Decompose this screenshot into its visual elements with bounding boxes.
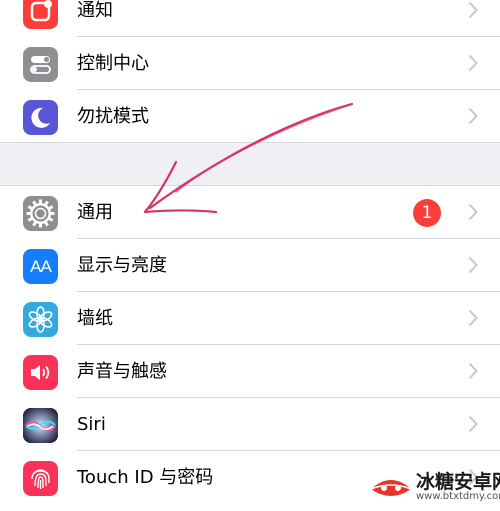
chevron-right-icon bbox=[468, 1, 478, 19]
chevron-right-icon bbox=[468, 256, 478, 274]
settings-row-do-not-disturb[interactable]: 勿扰模式 bbox=[0, 90, 500, 143]
watermark-logo-icon bbox=[370, 480, 412, 496]
settings-row-label: 通知 bbox=[77, 0, 113, 21]
chevron-right-icon bbox=[468, 309, 478, 327]
fingerprint-icon bbox=[23, 461, 58, 496]
sound-icon bbox=[23, 355, 58, 390]
settings-group-2: 通用 1 AA 显示与亮度 墙纸 声音与触感 Siri Touch ID 与密码 bbox=[0, 186, 500, 504]
wallpaper-icon bbox=[23, 302, 58, 337]
display-icon: AA bbox=[23, 249, 58, 284]
gear-icon bbox=[23, 196, 58, 231]
settings-row-control-center[interactable]: 控制中心 bbox=[0, 37, 500, 90]
notification-badge: 1 bbox=[413, 199, 441, 227]
settings-row-label: Touch ID 与密码 bbox=[77, 467, 214, 488]
chevron-right-icon bbox=[468, 362, 478, 380]
settings-row-label: 勿扰模式 bbox=[77, 106, 149, 127]
section-border-top bbox=[0, 142, 500, 143]
watermark: 冰糖安卓网 www.btxtdmy.com bbox=[368, 466, 500, 508]
chevron-right-icon bbox=[468, 203, 478, 221]
settings-row-sounds-haptics[interactable]: 声音与触感 bbox=[0, 345, 500, 398]
settings-group-1: 通知 控制中心 勿扰模式 bbox=[0, 0, 500, 143]
settings-row-label: Siri bbox=[77, 414, 106, 435]
settings-row-label: 声音与触感 bbox=[77, 361, 167, 382]
moon-icon bbox=[23, 100, 58, 135]
settings-row-label: 显示与亮度 bbox=[77, 255, 167, 276]
section-spacer bbox=[0, 143, 500, 185]
siri-icon bbox=[23, 408, 58, 443]
watermark-url: www.btxtdmy.com bbox=[416, 491, 500, 502]
settings-row-general[interactable]: 通用 1 bbox=[0, 186, 500, 239]
display-icon-text: AA bbox=[30, 257, 52, 276]
control-center-icon bbox=[23, 47, 58, 82]
settings-row-wallpaper[interactable]: 墙纸 bbox=[0, 292, 500, 345]
settings-row-display-brightness[interactable]: AA 显示与亮度 bbox=[0, 239, 500, 292]
chevron-right-icon bbox=[468, 107, 478, 125]
watermark-text: 冰糖安卓网 bbox=[416, 471, 500, 493]
settings-row-label: 墙纸 bbox=[77, 308, 113, 329]
settings-row-notifications[interactable]: 通知 bbox=[0, 0, 500, 37]
settings-row-label: 通用 bbox=[77, 202, 113, 223]
notifications-icon bbox=[23, 0, 58, 29]
chevron-right-icon bbox=[468, 54, 478, 72]
settings-row-label: 控制中心 bbox=[77, 53, 149, 74]
settings-row-siri[interactable]: Siri bbox=[0, 398, 500, 451]
chevron-right-icon bbox=[468, 415, 478, 433]
